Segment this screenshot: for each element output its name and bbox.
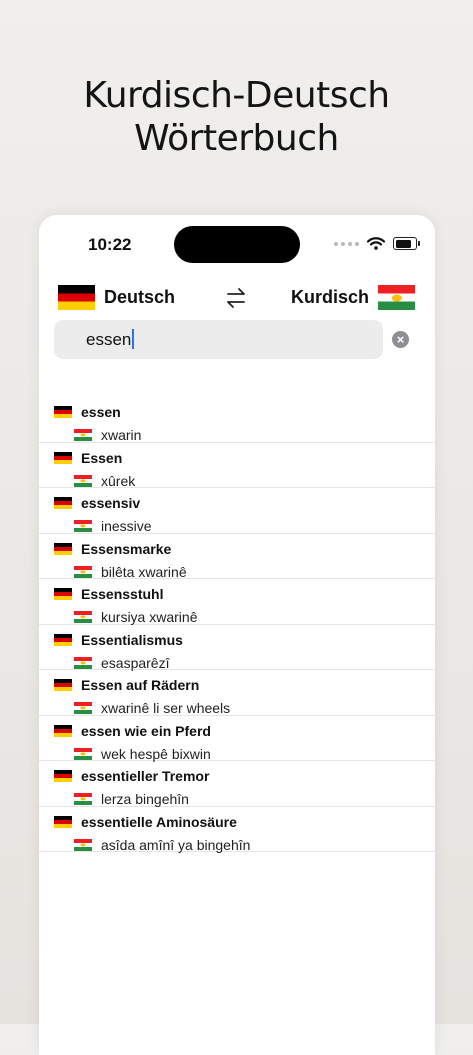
language-bar: Deutsch Kurdisch [39, 283, 435, 313]
kurdish-flag-icon [74, 429, 92, 441]
german-term-row: Essen auf Rädern [54, 677, 199, 693]
kurdish-term: xûrek [101, 472, 136, 489]
kurdish-term: lerza bingehîn [101, 791, 189, 807]
german-flag-icon [54, 588, 72, 600]
german-flag-icon [54, 724, 72, 737]
list-item[interactable]: essen xwarin [39, 397, 435, 443]
german-term: Essensmarke [81, 540, 172, 557]
german-flag-icon [54, 406, 72, 418]
german-term-row: essensiv [54, 495, 140, 511]
german-term-row: Essentialismus [54, 632, 183, 648]
german-term: essentieller Tremor [81, 768, 210, 784]
german-term: Essen auf Rädern [81, 677, 200, 693]
swap-arrows-icon[interactable] [224, 287, 248, 309]
german-term-row: essentielle Aminosäure [54, 814, 237, 830]
german-term: essen wie ein Pferd [81, 722, 211, 739]
german-term-row: Essensmarke [54, 541, 171, 557]
kurdish-flag-icon [74, 702, 92, 714]
promo-title: Kurdisch-Deutsch Wörterbuch [0, 74, 473, 160]
german-term-row: essen wie ein Pferd [54, 723, 211, 739]
kurdish-term: asîda amînî ya bingehîn [101, 836, 251, 853]
kurdish-flag-icon [74, 747, 92, 760]
german-term: essen [81, 404, 121, 420]
list-item[interactable]: Essen xûrek [39, 443, 435, 489]
kurdish-term-row: asîda amînî ya bingehîn [74, 837, 250, 853]
kurdish-term: bilêta xwarinê [101, 563, 187, 580]
dynamic-island [174, 226, 300, 263]
status-time: 10:22 [88, 235, 132, 254]
german-term-row: essentieller Tremor [54, 768, 209, 784]
german-term: essensiv [81, 495, 141, 511]
kurdish-term-row: xwarinê li ser wheels [74, 700, 230, 716]
kurdish-term-row: kursiya xwarinê [74, 609, 197, 625]
list-item[interactable]: Essensmarke bilêta xwarinê [39, 534, 435, 580]
german-term: Essentialismus [81, 631, 183, 648]
kurdish-flag-icon [74, 838, 92, 851]
german-flag-icon [54, 542, 72, 555]
kurdish-term-row: wek hespê bixwin [74, 746, 211, 762]
search-value: essen [86, 330, 132, 349]
target-language-label: Kurdisch [290, 287, 369, 307]
german-flag-icon [54, 451, 72, 464]
german-flag-icon [54, 770, 72, 782]
results-list: essen xwarin Essen xûrek essensiv inessive Ess… [39, 397, 435, 853]
search-row: essen × [54, 320, 420, 359]
kurdish-flag-icon [74, 474, 92, 487]
kurdish-term-row: xûrek [74, 473, 135, 489]
german-term: essentielle Aminosäure [81, 813, 237, 830]
kurdish-term-row: esasparêzî [74, 655, 169, 671]
list-item[interactable]: essen wie ein Pferd wek hespê bixwin [39, 716, 435, 762]
promo-title-line1: Kurdisch-Deutsch [83, 75, 390, 116]
wifi-icon [367, 237, 385, 250]
german-flag-icon [58, 285, 95, 310]
kurdish-flag-icon [74, 520, 92, 532]
german-term: Essen [81, 449, 123, 466]
kurdish-term-row: xwarin [74, 427, 141, 443]
german-term-row: Essensstuhl [54, 586, 163, 602]
list-item[interactable]: essentielle Aminosäure asîda amînî ya bin… [39, 807, 435, 853]
status-icons [334, 237, 420, 250]
promo-title-line2: Wörterbuch [134, 118, 339, 159]
text-caret [132, 329, 135, 349]
source-language-label: Deutsch [104, 287, 176, 307]
kurdish-term: xwarin [101, 427, 142, 443]
kurdish-term: kursiya xwarinê [101, 609, 198, 625]
target-language-selector[interactable]: Kurdisch [291, 285, 415, 310]
search-input[interactable]: essen [54, 320, 383, 359]
source-language-selector[interactable]: Deutsch [58, 285, 175, 310]
german-flag-icon [54, 679, 72, 691]
list-item[interactable]: essentieller Tremor lerza bingehîn [39, 761, 435, 807]
kurdish-term-row: bilêta xwarinê [74, 564, 187, 580]
german-flag-icon [54, 633, 72, 646]
kurdish-flag-icon [74, 793, 92, 805]
kurdish-flag-icon [74, 611, 92, 623]
signal-dots-icon [334, 241, 359, 246]
list-item[interactable]: Essentialismus esasparêzî [39, 625, 435, 671]
kurdish-term: esasparêzî [101, 654, 170, 671]
phone-screen: 10:22 Deutsch Kurdisch essen × essen xwar… [39, 215, 435, 1055]
german-flag-icon [54, 497, 72, 509]
german-term-row: essen [54, 404, 121, 420]
kurdish-term-row: lerza bingehîn [74, 791, 189, 807]
kurdish-term: xwarinê li ser wheels [101, 700, 231, 716]
kurdish-term: wek hespê bixwin [101, 745, 211, 762]
german-term-row: Essen [54, 450, 122, 466]
kurdish-flag-icon [378, 285, 415, 310]
list-item[interactable]: Essensstuhl kursiya xwarinê [39, 579, 435, 625]
list-item[interactable]: essensiv inessive [39, 488, 435, 534]
list-item[interactable]: Essen auf Rädern xwarinê li ser wheels [39, 670, 435, 716]
kurdish-flag-icon [74, 565, 92, 578]
german-flag-icon [54, 815, 72, 828]
battery-icon [393, 237, 420, 250]
kurdish-flag-icon [74, 656, 92, 669]
kurdish-term: inessive [101, 518, 152, 534]
kurdish-term-row: inessive [74, 518, 152, 534]
search-input-text: essen [86, 329, 135, 350]
clear-icon[interactable]: × [392, 331, 409, 348]
german-term: Essensstuhl [81, 586, 164, 602]
